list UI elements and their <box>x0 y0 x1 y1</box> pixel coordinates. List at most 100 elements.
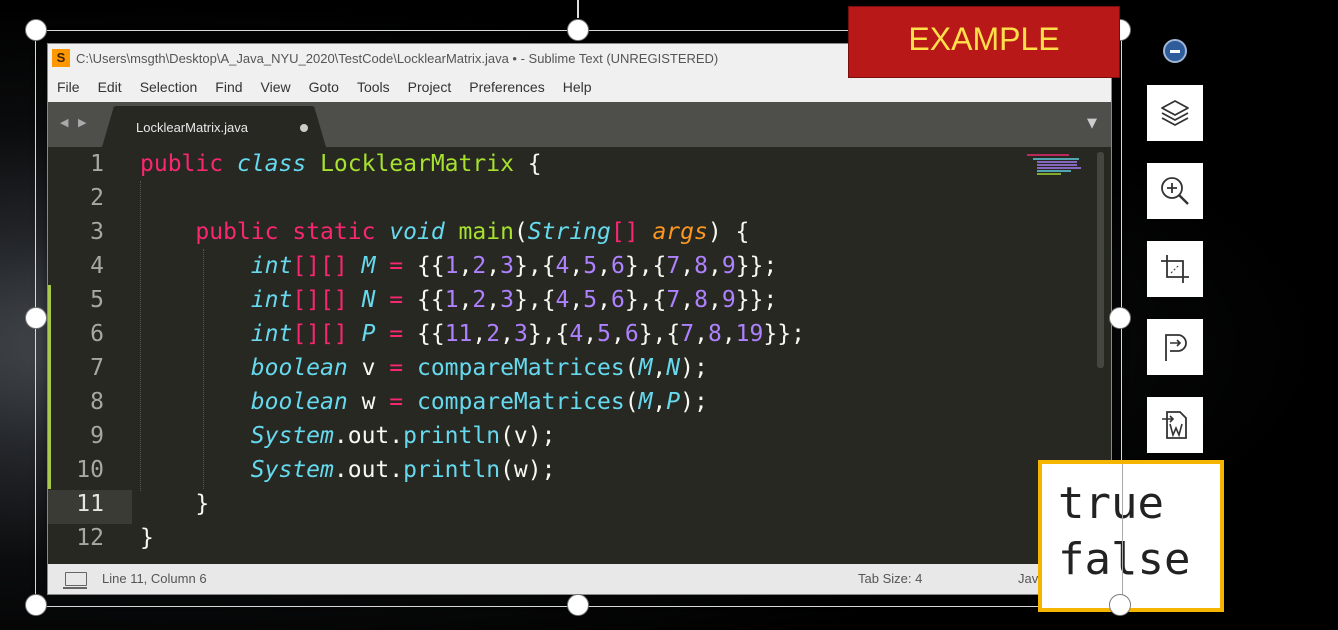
code-line[interactable]: System.out.println(v); <box>140 419 556 453</box>
tab-locklearmatrix[interactable]: LocklearMatrix.java <box>102 106 326 147</box>
code-token: System <box>250 423 334 449</box>
resize-handle-left[interactable] <box>25 307 47 329</box>
code-line[interactable]: int[][] P = {{11,2,3},{4,5,6},{7,8,19}}; <box>140 317 805 351</box>
code-token: },{ <box>527 321 570 347</box>
code-token: .out. <box>333 457 404 483</box>
resize-handle-bottom-left[interactable] <box>25 594 47 616</box>
menu-find[interactable]: Find <box>206 79 251 95</box>
code-token: },{ <box>514 253 556 279</box>
code-token: 9 <box>721 253 736 279</box>
example-banner[interactable]: EXAMPLE <box>848 6 1120 78</box>
code-line[interactable]: public class LocklearMatrix { <box>140 147 542 181</box>
minimap[interactable] <box>1023 154 1081 178</box>
code-token: public <box>195 219 279 245</box>
code-line[interactable]: boolean v = compareMatrices(M,N); <box>140 351 708 385</box>
code-token: w <box>347 389 390 415</box>
code-token: , <box>486 287 501 313</box>
code-token: , <box>597 253 611 279</box>
menu-selection[interactable]: Selection <box>131 79 207 95</box>
code-token: String <box>527 219 611 245</box>
menu-preferences[interactable]: Preferences <box>460 79 553 95</box>
code-token: }}; <box>735 287 778 313</box>
example-label: EXAMPLE <box>908 21 1060 57</box>
code-token: M <box>638 355 653 381</box>
code-token: , <box>652 389 667 415</box>
line-number: 6 <box>90 321 104 347</box>
code-token: 11 <box>444 321 473 347</box>
syntax-indicator[interactable]: Jav <box>1018 571 1038 586</box>
code-token: },{ <box>624 253 667 279</box>
resize-handle-right[interactable] <box>1109 307 1131 329</box>
code-token: int <box>250 287 293 313</box>
tab-size-indicator[interactable]: Tab Size: 4 <box>858 571 922 586</box>
vertical-scrollbar[interactable] <box>1097 152 1104 368</box>
code-token: ); <box>680 389 708 415</box>
code-token: , <box>652 355 667 381</box>
output-line-false: false <box>1058 534 1191 585</box>
code-token: , <box>597 287 611 313</box>
resize-handle-top[interactable] <box>567 19 589 41</box>
export-word-button[interactable] <box>1147 397 1203 453</box>
code-token: },{ <box>514 287 556 313</box>
layers-icon <box>1161 100 1189 126</box>
code-token: 1 <box>444 287 459 313</box>
code-area[interactable]: public class LocklearMatrix { public sta… <box>140 147 1080 567</box>
convert-button[interactable] <box>1147 319 1203 375</box>
crop-button[interactable] <box>1147 241 1203 297</box>
code-token: LocklearMatrix <box>320 151 514 177</box>
code-token: int <box>250 253 293 279</box>
menu-help[interactable]: Help <box>554 79 601 95</box>
panel-toggle-icon[interactable] <box>63 572 87 589</box>
line-number: 11 <box>76 491 104 517</box>
resize-handle-top-left[interactable] <box>25 19 47 41</box>
code-token: 1 <box>444 253 459 279</box>
minus-icon[interactable] <box>1163 39 1187 63</box>
code-line[interactable]: int[][] M = {{1,2,3},{4,5,6},{7,8,9}}; <box>140 249 777 283</box>
code-token: , <box>458 253 473 279</box>
code-line[interactable]: int[][] N = {{1,2,3},{4,5,6},{7,8,9}}; <box>140 283 777 317</box>
layers-button[interactable] <box>1147 85 1203 141</box>
code-token: int <box>250 321 293 347</box>
code-line[interactable]: public static void main(String[] args) { <box>140 215 749 249</box>
code-token: , <box>721 321 736 347</box>
menu-tools[interactable]: Tools <box>348 79 399 95</box>
code-line[interactable]: boolean w = compareMatrices(M,P); <box>140 385 708 419</box>
output-line-true: true <box>1058 478 1164 529</box>
code-line[interactable]: } <box>140 487 209 521</box>
code-token: ) { <box>707 219 750 245</box>
tab-bar: ◀ ▶ LocklearMatrix.java ▼ <box>48 102 1111 147</box>
code-token: 5 <box>583 287 598 313</box>
code-token: [][] <box>292 253 348 279</box>
code-token: , <box>707 287 722 313</box>
code-token: [][] <box>292 321 348 347</box>
code-token: P <box>666 389 681 415</box>
code-token: .out. <box>333 423 404 449</box>
code-line[interactable]: } <box>140 521 154 555</box>
code-token: , <box>458 287 473 313</box>
code-token: 7 <box>666 253 681 279</box>
tab-nav-arrows-icon[interactable]: ◀ ▶ <box>60 116 89 129</box>
console-output: true false <box>1038 460 1224 612</box>
resize-handle-bottom-right[interactable] <box>1109 594 1131 616</box>
menu-edit[interactable]: Edit <box>89 79 131 95</box>
menu-project[interactable]: Project <box>399 79 461 95</box>
code-line[interactable]: System.out.println(w); <box>140 453 556 487</box>
zoom-in-button[interactable] <box>1147 163 1203 219</box>
modified-dot-icon[interactable] <box>300 124 308 132</box>
code-token: System <box>250 457 334 483</box>
resize-handle-bottom[interactable] <box>567 594 589 616</box>
menu-view[interactable]: View <box>252 79 300 95</box>
menu-goto[interactable]: Goto <box>300 79 348 95</box>
line-number: 12 <box>76 525 104 551</box>
tab-dropdown-icon[interactable]: ▼ <box>1087 116 1097 131</box>
code-token: P <box>361 321 376 347</box>
menu-file[interactable]: File <box>48 79 89 95</box>
